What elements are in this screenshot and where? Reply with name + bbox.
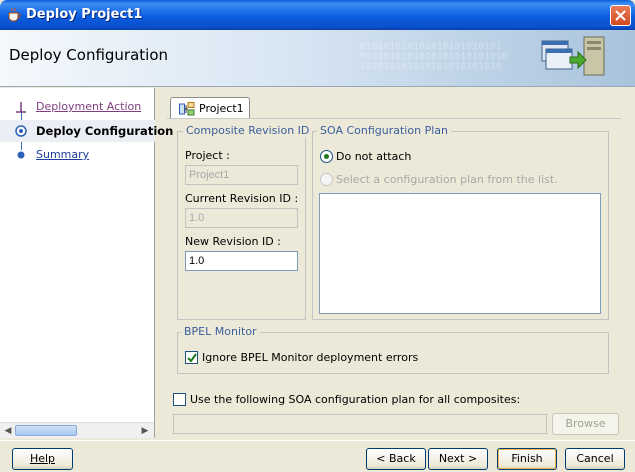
- select-plan-label[interactable]: Select a configuration plan from the lis…: [336, 173, 558, 186]
- finish-button[interactable]: Finish: [497, 448, 557, 470]
- step-current-icon: [15, 125, 27, 137]
- back-label: < Back: [376, 452, 416, 465]
- current-revision-label: Current Revision ID :: [185, 192, 299, 205]
- current-revision-field: [185, 208, 298, 228]
- composite-icon: [179, 102, 195, 116]
- use-plan-all-checkbox[interactable]: [173, 393, 186, 406]
- composite-revision-label: Composite Revision ID: [183, 124, 313, 137]
- bpel-monitor-label: BPEL Monitor: [181, 325, 260, 338]
- nav-item-deployment-action[interactable]: Deployment Action: [0, 96, 155, 118]
- do-not-attach-label[interactable]: Do not attach: [336, 150, 411, 163]
- nav-label: Deployment Action: [36, 100, 142, 113]
- binary-decoration: 010101010101010101010101 010101010101010…: [360, 42, 508, 72]
- tab-label: Project1: [199, 102, 244, 115]
- back-button[interactable]: < Back: [366, 448, 426, 470]
- next-label: Next >: [438, 452, 478, 465]
- scrollbar-thumb[interactable]: [15, 425, 77, 436]
- plan-path-field: [173, 414, 547, 434]
- java-cup-icon: [6, 7, 22, 23]
- nav-label: Deploy Configuration: [36, 124, 174, 138]
- use-plan-all-label[interactable]: Use the following SOA configuration plan…: [190, 393, 520, 406]
- scroll-left-icon[interactable]: ◀: [2, 425, 14, 437]
- wizard-header: Deploy Configuration 0101010101010101010…: [0, 30, 635, 87]
- project-label: Project :: [185, 149, 230, 162]
- select-plan-radio[interactable]: [320, 173, 333, 186]
- tab-project1[interactable]: Project1: [170, 97, 250, 119]
- footer-separator: [0, 440, 635, 441]
- config-plan-list[interactable]: [319, 193, 601, 314]
- new-revision-input[interactable]: [185, 251, 298, 271]
- nav-label: Summary: [36, 148, 90, 161]
- help-button[interactable]: Help: [12, 448, 73, 470]
- checkmark-icon: [187, 353, 197, 363]
- browse-button[interactable]: Browse: [552, 413, 619, 435]
- ignore-bpel-errors-checkbox[interactable]: [185, 351, 198, 364]
- step-done-icon: [16, 102, 26, 113]
- window-titlebar: Deploy Project1: [0, 0, 635, 30]
- deploy-graphic-icon: [541, 36, 605, 76]
- nav-item-deploy-configuration[interactable]: Deploy Configuration: [0, 120, 173, 142]
- page-title: Deploy Configuration: [9, 46, 169, 64]
- cancel-label: Cancel: [576, 452, 614, 465]
- close-button[interactable]: [610, 5, 631, 26]
- project-field: [185, 165, 298, 185]
- do-not-attach-radio[interactable]: [320, 150, 333, 163]
- ignore-bpel-errors-label[interactable]: Ignore BPEL Monitor deployment errors: [202, 351, 418, 364]
- window-title: Deploy Project1: [26, 7, 143, 22]
- new-revision-label: New Revision ID :: [185, 235, 281, 248]
- nav-horizontal-scrollbar[interactable]: ◀ ▶: [0, 422, 154, 438]
- next-button[interactable]: Next >: [428, 448, 488, 470]
- step-pending-icon: [17, 151, 25, 159]
- finish-label: Finish: [511, 452, 543, 465]
- help-label: Help: [29, 452, 56, 465]
- close-icon: [615, 10, 626, 21]
- cancel-button[interactable]: Cancel: [565, 448, 625, 470]
- wizard-navigation: Deployment Action Deploy Configuration S…: [0, 88, 173, 438]
- scroll-right-icon[interactable]: ▶: [139, 425, 151, 437]
- nav-item-summary[interactable]: Summary: [0, 144, 155, 166]
- soa-config-plan-label: SOA Configuration Plan: [317, 124, 451, 137]
